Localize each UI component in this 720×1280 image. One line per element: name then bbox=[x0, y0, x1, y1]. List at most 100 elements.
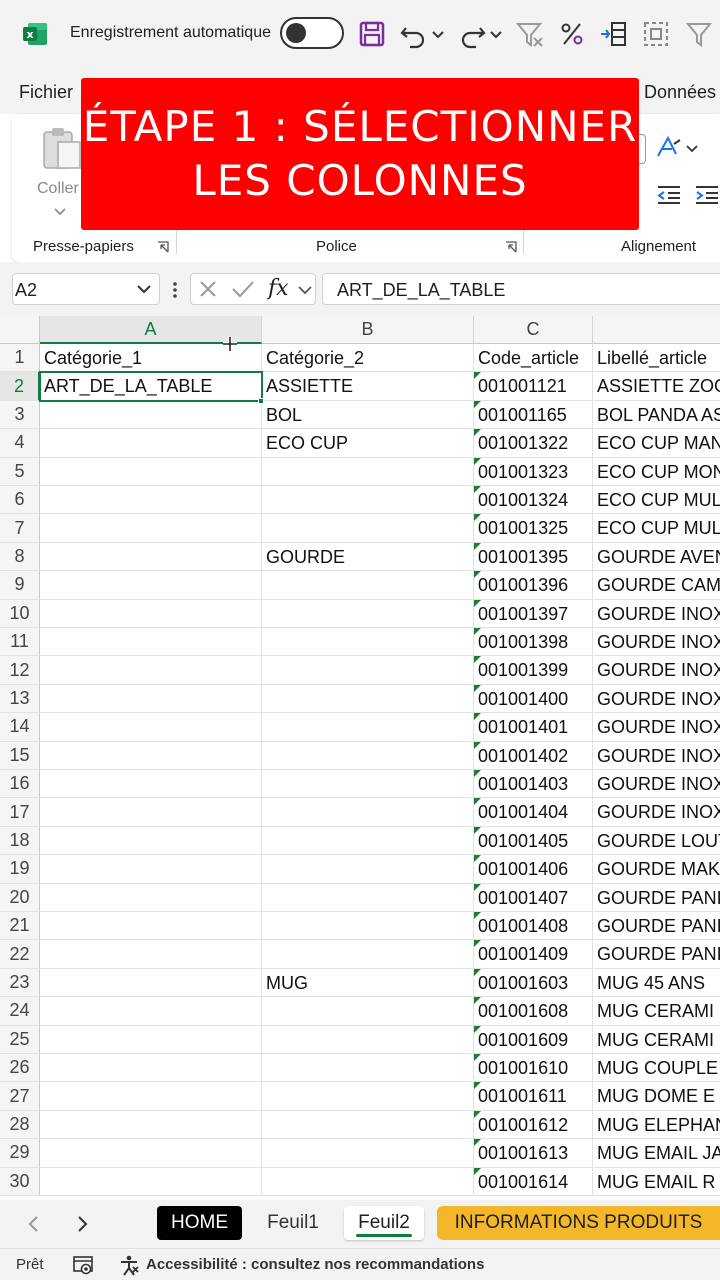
row-header[interactable]: 7 bbox=[0, 514, 40, 543]
row-header[interactable]: 23 bbox=[0, 968, 40, 998]
grid-cell-a[interactable] bbox=[40, 826, 262, 856]
grid-cell-a[interactable] bbox=[40, 684, 262, 714]
increase-indent-icon[interactable] bbox=[694, 184, 720, 206]
grid-cell-b[interactable] bbox=[262, 457, 474, 486]
paste-label[interactable]: Coller bbox=[37, 180, 79, 198]
decrease-indent-icon[interactable] bbox=[656, 184, 682, 206]
grid-cell-a[interactable] bbox=[40, 1025, 262, 1054]
macro-record-icon[interactable] bbox=[72, 1254, 94, 1276]
grid-cell-b[interactable] bbox=[262, 798, 474, 827]
grid-cell-d[interactable]: GOURDE PANI bbox=[593, 884, 720, 912]
grid-cell-b[interactable] bbox=[262, 571, 474, 600]
row-header[interactable]: 17 bbox=[0, 798, 40, 827]
grid-cell-c[interactable]: 001001613 bbox=[474, 1139, 593, 1168]
redo-icon[interactable] bbox=[456, 18, 488, 50]
grid-cell-b[interactable] bbox=[262, 997, 474, 1026]
column-header-b[interactable]: B bbox=[262, 316, 474, 344]
orientation-icon[interactable] bbox=[654, 134, 698, 162]
grid-cell-c[interactable]: 001001399 bbox=[474, 656, 593, 685]
grid-cell-d[interactable]: GOURDE MAK bbox=[593, 855, 720, 884]
grid-cell-c[interactable]: 001001610 bbox=[474, 1054, 593, 1083]
grid-cell-a[interactable] bbox=[40, 798, 262, 827]
grid-cell-c[interactable]: 001001396 bbox=[474, 571, 593, 600]
grid-cell-b[interactable]: Catégorie_2 bbox=[262, 344, 474, 373]
grid-cell-b[interactable] bbox=[262, 940, 474, 969]
row-header[interactable]: 10 bbox=[0, 599, 40, 628]
clipboard-launcher-icon[interactable] bbox=[157, 240, 169, 253]
grid-cell-b[interactable] bbox=[262, 684, 474, 714]
grid-cell-a[interactable] bbox=[40, 997, 262, 1026]
grid-cell-b[interactable] bbox=[262, 486, 474, 515]
row-header[interactable]: 2 bbox=[0, 372, 40, 401]
grid-cell-b[interactable] bbox=[262, 514, 474, 543]
grid-cell-b[interactable] bbox=[262, 599, 474, 628]
grid-cell-d[interactable]: GOURDE INOX bbox=[593, 628, 720, 657]
grid-cell-a[interactable] bbox=[40, 940, 262, 969]
row-header[interactable]: 11 bbox=[0, 628, 40, 657]
grid-cell-c[interactable]: 001001407 bbox=[474, 883, 593, 912]
row-header[interactable]: 12 bbox=[0, 656, 40, 685]
grid-cell-d[interactable]: ECO CUP MUL bbox=[593, 514, 720, 543]
grid-cell-d[interactable]: BOL PANDA AS bbox=[593, 401, 720, 430]
row-header[interactable]: 24 bbox=[0, 997, 40, 1026]
grid-cell-d[interactable]: GOURDE PANI bbox=[593, 940, 720, 969]
row-header[interactable]: 3 bbox=[0, 400, 40, 430]
undo-icon[interactable] bbox=[398, 18, 430, 50]
grid-cell-d[interactable]: GOURDE PANI bbox=[593, 912, 720, 941]
more-options-icon[interactable] bbox=[172, 280, 178, 300]
grid-cell-a[interactable] bbox=[40, 486, 262, 515]
grid-cell-a[interactable] bbox=[40, 1167, 262, 1196]
grid-cell-d[interactable]: MUG 45 ANS bbox=[593, 969, 720, 998]
grid-cell-b[interactable]: GOURDE bbox=[262, 542, 474, 572]
grid-cell-a[interactable] bbox=[40, 1139, 262, 1168]
grid-cell-d[interactable]: GOURDE INOX bbox=[593, 742, 720, 770]
grid-cell-c[interactable]: 001001405 bbox=[474, 826, 593, 856]
grid-cell-a[interactable] bbox=[40, 883, 262, 912]
grid-cell-d[interactable]: GOURDE LOUT bbox=[593, 827, 720, 856]
grid-cell-b[interactable] bbox=[262, 741, 474, 770]
grid-cell-d[interactable]: MUG DOME E bbox=[593, 1082, 720, 1111]
row-header[interactable]: 28 bbox=[0, 1110, 40, 1140]
row-header[interactable]: 9 bbox=[0, 571, 40, 600]
filter-icon[interactable] bbox=[684, 18, 716, 50]
grid-cell-a[interactable] bbox=[40, 542, 262, 572]
grid-cell-b[interactable] bbox=[262, 883, 474, 912]
grid-cell-b[interactable] bbox=[262, 770, 474, 799]
row-header[interactable]: 29 bbox=[0, 1139, 40, 1168]
next-sheet-icon[interactable] bbox=[70, 1212, 94, 1236]
grid-cell-a[interactable] bbox=[40, 429, 262, 458]
grid-cell-b[interactable]: ASSIETTE bbox=[262, 372, 474, 401]
grid-cell-c[interactable]: 001001402 bbox=[474, 741, 593, 770]
select-all-corner[interactable] bbox=[0, 316, 40, 344]
grid-cell-b[interactable] bbox=[262, 628, 474, 657]
row-header[interactable]: 13 bbox=[0, 684, 40, 714]
row-header[interactable]: 15 bbox=[0, 741, 40, 770]
grid-cell-b[interactable] bbox=[262, 713, 474, 742]
grid-cell-a[interactable] bbox=[40, 514, 262, 543]
grid-cell-a[interactable] bbox=[40, 968, 262, 998]
insert-function-icon[interactable]: fx bbox=[268, 276, 289, 301]
confirm-icon[interactable] bbox=[231, 279, 255, 299]
grid-cell-d[interactable]: MUG CERAMI bbox=[593, 1026, 720, 1054]
paste-dropdown-icon[interactable] bbox=[54, 204, 66, 216]
row-header[interactable]: 30 bbox=[0, 1167, 40, 1196]
tab-donnees[interactable]: Données bbox=[644, 82, 716, 103]
grid-cell-c[interactable]: 001001409 bbox=[474, 940, 593, 969]
grid-cell-d[interactable]: MUG COUPLE bbox=[593, 1054, 720, 1083]
grid-cell-b[interactable] bbox=[262, 1167, 474, 1196]
grid-cell-c[interactable]: 001001408 bbox=[474, 912, 593, 941]
row-header[interactable]: 6 bbox=[0, 486, 40, 515]
filter-clear-icon[interactable] bbox=[514, 18, 546, 50]
row-header[interactable]: 21 bbox=[0, 912, 40, 941]
grid-cell-d[interactable]: MUG CERAMI bbox=[593, 997, 720, 1026]
tab-fichier[interactable]: Fichier bbox=[19, 82, 73, 103]
sheet-tab-feuil2[interactable]: Feuil2 bbox=[344, 1206, 424, 1240]
grid-cell-d[interactable]: Libellé_article bbox=[593, 344, 720, 373]
column-header-c[interactable]: C bbox=[474, 316, 593, 344]
grid-cell-d[interactable]: MUG ELEPHAN bbox=[593, 1111, 720, 1140]
grid-cell-c[interactable]: 001001611 bbox=[474, 1082, 593, 1111]
sheet-tab-feuil1[interactable]: Feuil1 bbox=[258, 1206, 328, 1240]
grid-cell-d[interactable]: GOURDE CAM bbox=[593, 571, 720, 600]
grid-cell-a[interactable] bbox=[40, 855, 262, 884]
grid-cell-d[interactable]: GOURDE INOX bbox=[593, 770, 720, 799]
